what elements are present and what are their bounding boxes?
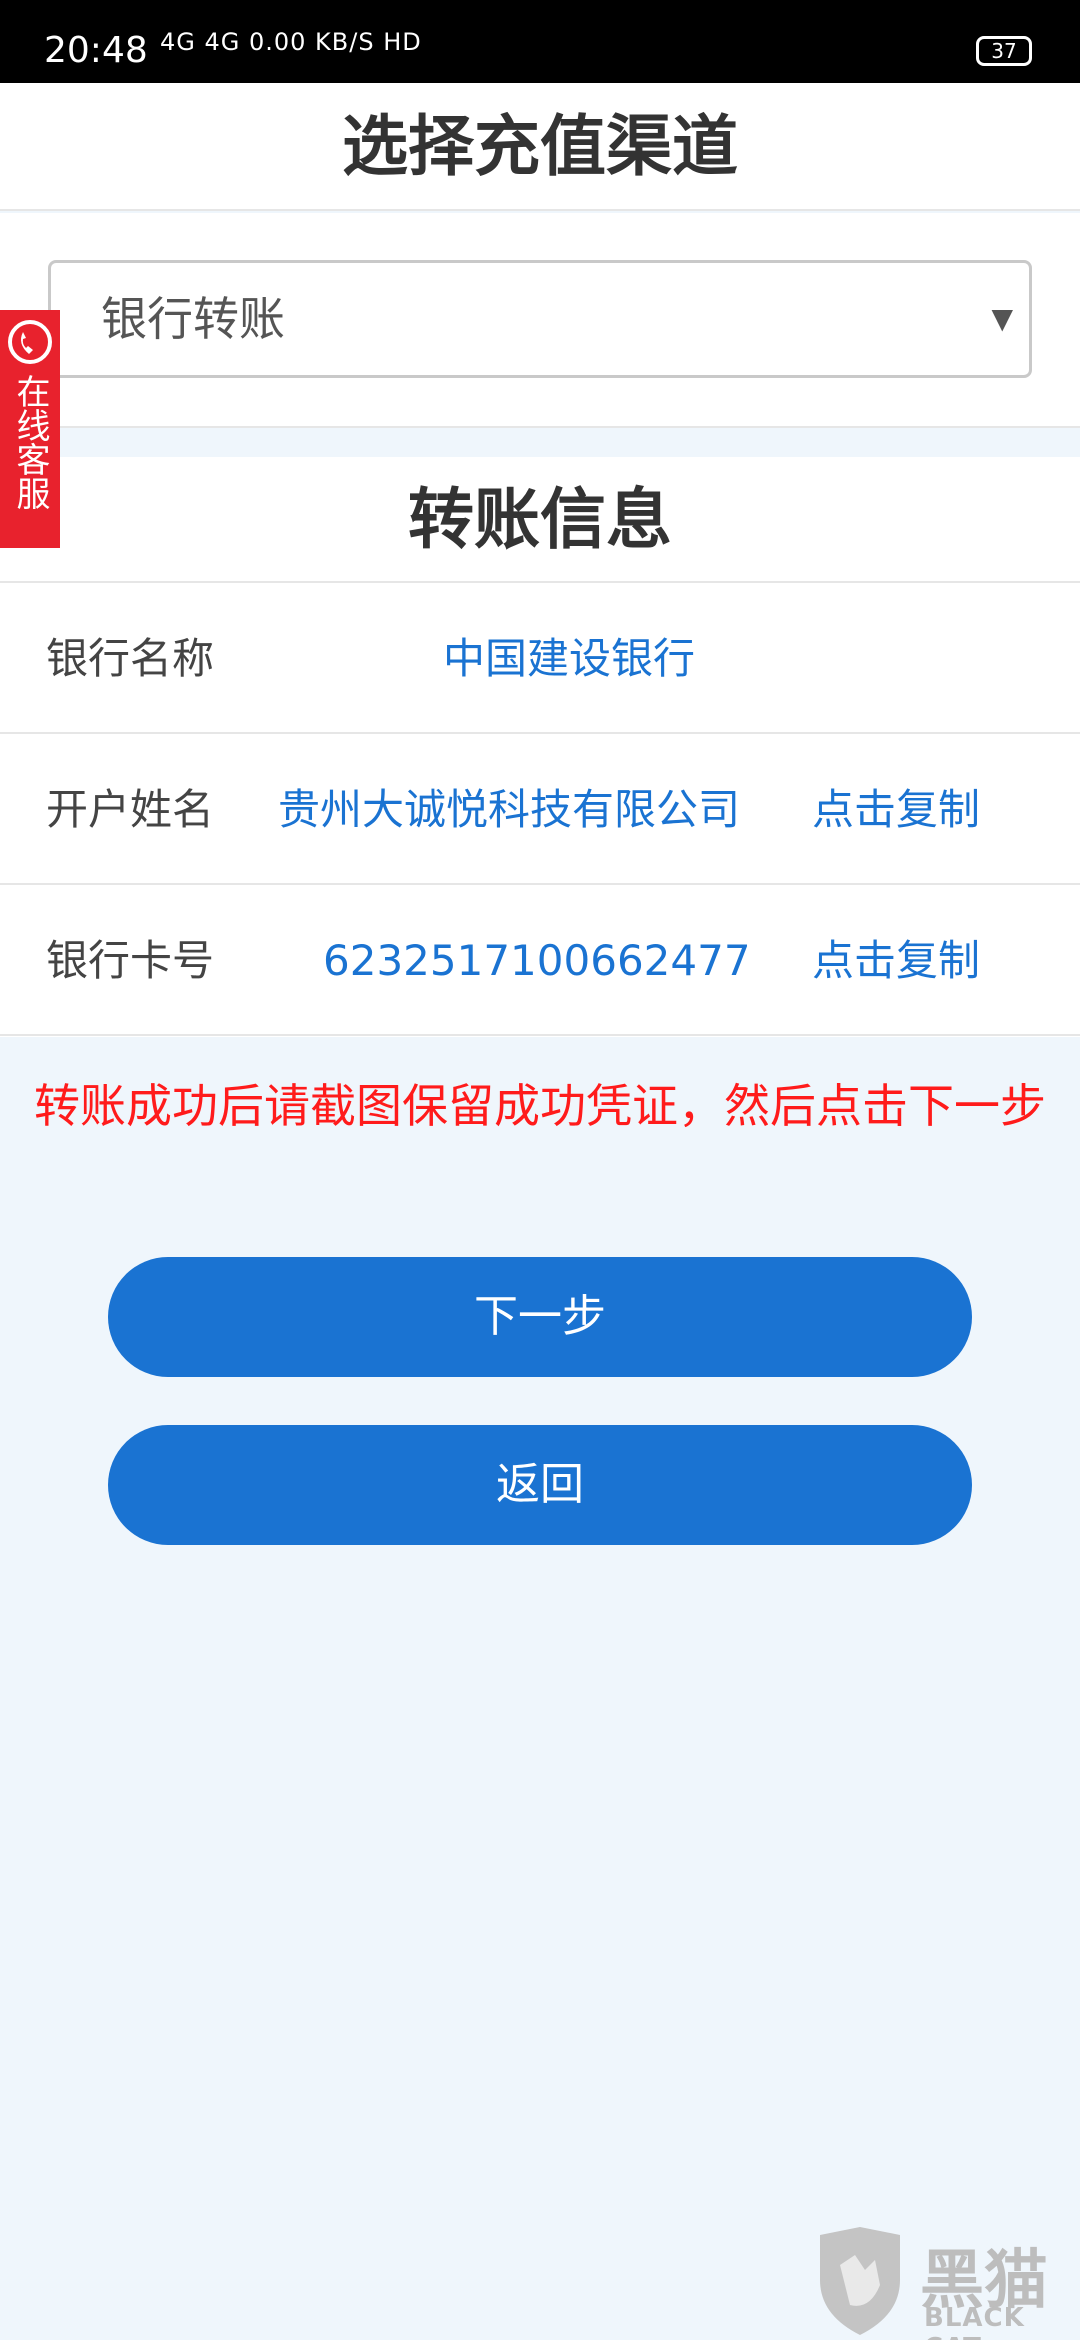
bank-name-value: 中国建设银行 (443, 634, 696, 683)
next-step-button[interactable]: 下一步 (108, 1257, 972, 1377)
online-service-label: 在线客服 (10, 374, 50, 510)
status-signals: 4G 4G 0.00 KB/S HD (160, 28, 422, 56)
phone-icon (8, 320, 52, 364)
back-button[interactable]: 返回 (108, 1425, 972, 1545)
black-cat-watermark: 黑猫 BLACK CAT (810, 2225, 1080, 2340)
watermark-en: BLACK CAT (924, 2303, 1025, 2340)
page-title: 选择充值渠道 (0, 83, 1080, 211)
transfer-notice: 转账成功后请截图保留成功凭证，然后点击下一步 (34, 1079, 1046, 1133)
bank-name-label: 银行名称 (46, 634, 215, 683)
info-row-account-name: 开户姓名 贵州大诚悦科技有限公司 点击复制 (0, 734, 1080, 885)
transfer-info-card: 转账信息 银行名称 中国建设银行 开户姓名 贵州大诚悦科技有限公司 点击复制 银… (0, 457, 1080, 1037)
channel-select[interactable]: 银行转账 ▼ (48, 260, 1032, 378)
transfer-info-title: 转账信息 (0, 457, 1080, 583)
card-number-value: 6232517100662477 (323, 936, 751, 985)
info-row-bank-name: 银行名称 中国建设银行 (0, 583, 1080, 734)
copy-card-number-button[interactable]: 点击复制 (812, 885, 980, 1036)
card-number-label: 银行卡号 (46, 936, 215, 985)
status-bar: 20:48 4G 4G 0.00 KB/S HD 37 (0, 0, 1080, 83)
info-row-card-number: 银行卡号 6232517100662477 点击复制 (0, 885, 1080, 1036)
account-name-value: 贵州大诚悦科技有限公司 (278, 785, 741, 834)
copy-account-name-button[interactable]: 点击复制 (812, 734, 980, 885)
online-service-button[interactable]: 在线客服 (0, 310, 60, 548)
status-time: 20:48 (44, 30, 148, 71)
channel-select-value: 银行转账 (101, 292, 285, 346)
caret-down-icon: ▼ (991, 302, 1013, 335)
channel-select-area: 银行转账 ▼ (0, 213, 1080, 428)
cat-shield-icon (820, 2227, 900, 2335)
battery-icon: 37 (976, 36, 1032, 66)
account-name-label: 开户姓名 (46, 785, 215, 834)
